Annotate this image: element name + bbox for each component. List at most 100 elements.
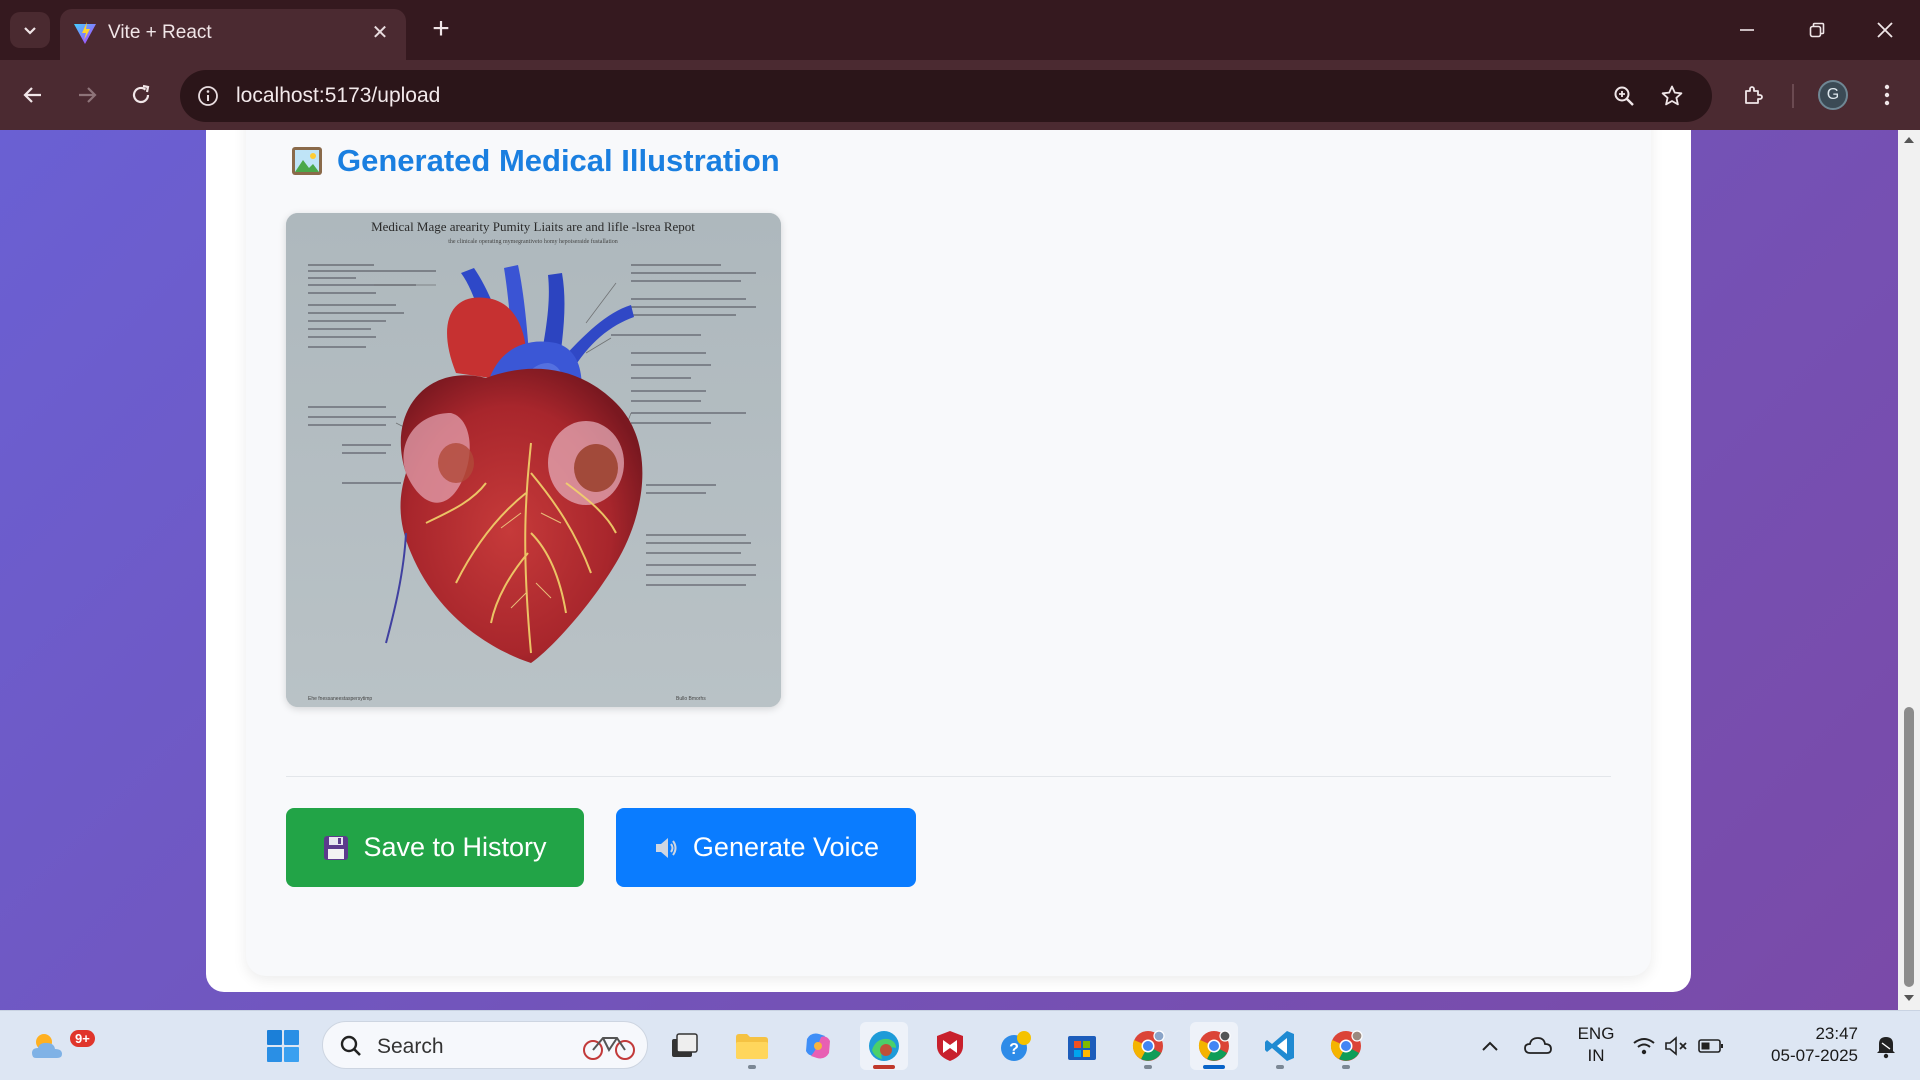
restore-icon <box>1809 22 1825 38</box>
task-view-icon <box>672 1033 698 1057</box>
clock-time: 23:47 <box>1815 1024 1858 1043</box>
scrollbar-thumb[interactable] <box>1904 707 1914 987</box>
new-tab-button[interactable]: + <box>424 12 458 46</box>
app-running-indicator <box>1144 1065 1152 1069</box>
chrome-app-profile-2[interactable] <box>1190 1022 1238 1070</box>
file-explorer-app[interactable] <box>728 1022 776 1070</box>
framed-picture-icon <box>292 147 322 175</box>
floppy-disk-icon <box>324 835 349 860</box>
notification-badge: 9+ <box>70 1030 95 1047</box>
taskbar-search[interactable]: Search <box>322 1021 648 1069</box>
restore-button[interactable] <box>1782 0 1852 60</box>
info-icon <box>198 86 218 106</box>
app-running-indicator <box>748 1065 756 1069</box>
illustration-heading: Medical Mage arearity Pumity Liaits are … <box>371 219 695 234</box>
battery-icon <box>1698 1039 1723 1053</box>
browser-tab-bar: Vite + React ✕ + <box>0 0 1920 60</box>
arrow-left-icon <box>23 87 41 103</box>
app-running-indicator <box>1203 1065 1225 1069</box>
chrome-app-profile-3[interactable] <box>1322 1022 1370 1070</box>
chevron-down-icon <box>24 27 36 35</box>
forward-button[interactable] <box>66 74 108 116</box>
mcafee-app[interactable] <box>926 1022 974 1070</box>
generate-voice-button[interactable]: Generate Voice <box>616 808 916 887</box>
windows-logo-icon <box>267 1030 299 1062</box>
scroll-down-icon[interactable] <box>1903 992 1915 1004</box>
section-title: Generated Medical Illustration <box>337 143 780 178</box>
chrome-icon <box>1330 1030 1363 1061</box>
close-tab-icon[interactable]: ✕ <box>366 18 394 46</box>
browser-menu-button[interactable] <box>1866 74 1908 116</box>
folder-icon <box>736 1034 768 1059</box>
onedrive-tray[interactable] <box>1514 1022 1562 1070</box>
browser-app-edge[interactable] <box>860 1022 908 1070</box>
get-help-app[interactable]: ? <box>992 1022 1040 1070</box>
reload-button[interactable] <box>120 74 162 116</box>
weather-widget[interactable]: 9+ <box>24 1022 95 1070</box>
language-code: ENG <box>1577 1024 1615 1043</box>
language-region: IN <box>1587 1046 1605 1065</box>
illustration-subtitle: the clinicale operating mymegrantiveto h… <box>448 238 618 245</box>
zoom-in-icon <box>1614 86 1634 106</box>
result-card: Generated Medical Illustration Medical M… <box>246 130 1651 976</box>
bookmark-button[interactable] <box>1656 80 1688 112</box>
section-header: Generated Medical Illustration <box>291 143 780 179</box>
clock-date: 05-07-2025 <box>1771 1046 1858 1065</box>
show-hidden-icons-button[interactable] <box>1466 1022 1514 1070</box>
microsoft-store-app[interactable] <box>1058 1022 1106 1070</box>
close-window-button[interactable] <box>1850 0 1920 60</box>
page-viewport: Generated Medical Illustration Medical M… <box>0 130 1920 1010</box>
windows-taskbar: 9+ Search ? ENG IN 23:47 05-07-2025 <box>0 1010 1920 1080</box>
site-info-button[interactable] <box>192 80 224 112</box>
vscode-icon <box>1265 1031 1294 1061</box>
save-to-history-button[interactable]: Save to History <box>286 808 584 887</box>
edge-browser-icon <box>869 1031 899 1061</box>
profile-avatar[interactable]: G <box>1818 80 1848 110</box>
section-divider <box>286 776 1611 777</box>
zoom-button[interactable] <box>1608 80 1640 112</box>
weather-icon <box>32 1034 62 1058</box>
scroll-up-icon[interactable] <box>1903 134 1915 146</box>
language-indicator[interactable]: ENG IN <box>1574 1023 1618 1067</box>
address-bar[interactable]: localhost:5173/upload <box>180 70 1712 122</box>
vscode-app[interactable] <box>1256 1022 1304 1070</box>
chrome-app-profile-1[interactable] <box>1124 1022 1172 1070</box>
chevron-up-icon <box>1482 1041 1498 1051</box>
copilot-app[interactable] <box>794 1022 842 1070</box>
page-scrollbar[interactable] <box>1898 130 1920 1010</box>
bell-icon <box>1877 1037 1895 1059</box>
quick-settings-button[interactable] <box>1628 1022 1728 1070</box>
minimize-button[interactable] <box>1712 0 1782 60</box>
browser-tab-active[interactable]: Vite + React ✕ <box>60 9 406 60</box>
toolbar-divider <box>1792 84 1794 108</box>
cloud-icon <box>1524 1037 1552 1054</box>
bicycle-icon <box>583 1037 635 1060</box>
notification-center-button[interactable] <box>1864 1022 1908 1070</box>
clock[interactable]: 23:47 05-07-2025 <box>1748 1023 1858 1067</box>
save-button-label: Save to History <box>363 832 547 862</box>
medical-illustration-image: Medical Mage arearity Pumity Liaits are … <box>286 213 781 707</box>
heart-illustration: Medical Mage arearity Pumity Liaits are … <box>286 213 781 707</box>
illustration-footer-left: Ehe fnessaneestaspersytimp <box>308 696 372 702</box>
shield-icon <box>937 1031 963 1061</box>
browser-toolbar: localhost:5173/upload G <box>0 60 1920 130</box>
extensions-button[interactable] <box>1733 74 1775 116</box>
volume-muted-icon <box>1665 1036 1687 1056</box>
help-icon: ? <box>1001 1031 1031 1061</box>
tab-title: Vite + React <box>108 22 212 43</box>
vite-logo-icon <box>74 22 96 44</box>
main-panel: Generated Medical Illustration Medical M… <box>206 130 1691 992</box>
more-vertical-icon <box>1884 84 1890 106</box>
app-running-indicator <box>1342 1065 1350 1069</box>
start-button[interactable] <box>259 1022 307 1070</box>
app-running-indicator <box>873 1065 895 1069</box>
store-icon <box>1068 1036 1096 1060</box>
chrome-icon <box>1198 1030 1231 1061</box>
task-view-button[interactable] <box>660 1022 708 1070</box>
reload-icon <box>132 84 150 104</box>
url-text: localhost:5173/upload <box>236 84 441 107</box>
back-button[interactable] <box>12 74 54 116</box>
chrome-icon <box>1132 1030 1165 1061</box>
tab-search-button[interactable] <box>10 12 50 48</box>
star-icon <box>1661 85 1683 106</box>
